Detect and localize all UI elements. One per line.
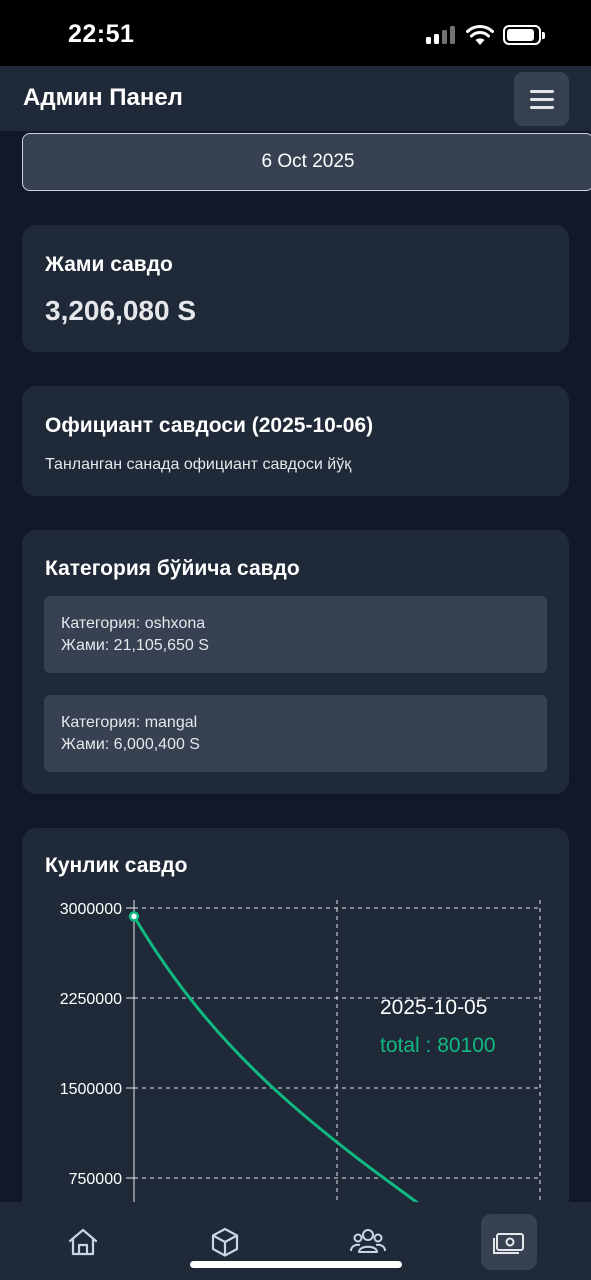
series-line (132, 915, 419, 1202)
daily-sales-card: Кунлик савдо 3000000 2250000 1500000 750000… (22, 828, 569, 1202)
wifi-icon (466, 24, 494, 45)
menu-button[interactable] (514, 72, 569, 126)
page-title: Админ Панел (23, 84, 183, 111)
total-sales-card: Жами савдо 3,206,080 S (22, 225, 569, 352)
category-item: Категория: mangal Жами: 6,000,400 S (44, 695, 547, 772)
y-tick-label: 3000000 (60, 901, 122, 918)
waiter-sales-empty-note: Танланган санада официант савдоси йўқ (45, 456, 352, 473)
category-name: Категория: mangal (61, 714, 198, 731)
y-tick-label: 1500000 (60, 1081, 122, 1098)
hamburger-menu-icon (530, 90, 554, 93)
date-picker[interactable]: 6 Oct 2025 (22, 133, 591, 191)
signal-icon (426, 26, 456, 44)
y-tick-label: 750000 (69, 1171, 122, 1188)
category-sales-title: Категория бўйича савдо (45, 557, 300, 580)
battery-icon (503, 25, 545, 45)
bottom-nav (0, 1202, 591, 1280)
total-sales-value: 3,206,080 S (45, 295, 197, 326)
category-total: Жами: 6,000,400 S (61, 736, 200, 753)
app-header: Админ Панел (0, 66, 591, 131)
home-indicator (190, 1261, 402, 1268)
waiter-sales-card: Официант савдоси (2025-10-06) Танланган … (22, 386, 569, 496)
home-icon[interactable] (55, 1214, 111, 1270)
waiter-sales-title: Официант савдоси (2025-10-06) (45, 414, 374, 437)
money-icon[interactable] (481, 1214, 537, 1270)
status-bar: 22:51 (0, 0, 591, 66)
data-point[interactable] (128, 911, 140, 922)
category-sales-card: Категория бўйича савдо Категория: oshxon… (22, 530, 569, 794)
y-tick-label: 2250000 (60, 991, 122, 1008)
tooltip-total: total : 80100 (380, 1034, 496, 1057)
status-time: 22:51 (68, 20, 135, 48)
category-item: Категория: oshxona Жами: 21,105,650 S (44, 596, 547, 673)
tooltip-date: 2025-10-05 (380, 996, 487, 1019)
daily-sales-chart: 3000000 2250000 1500000 750000 2025-10-05 t… (60, 900, 541, 1202)
total-sales-title: Жами савдо (45, 253, 173, 276)
category-total: Жами: 21,105,650 S (61, 637, 209, 654)
category-name: Категория: oshxona (61, 615, 206, 632)
